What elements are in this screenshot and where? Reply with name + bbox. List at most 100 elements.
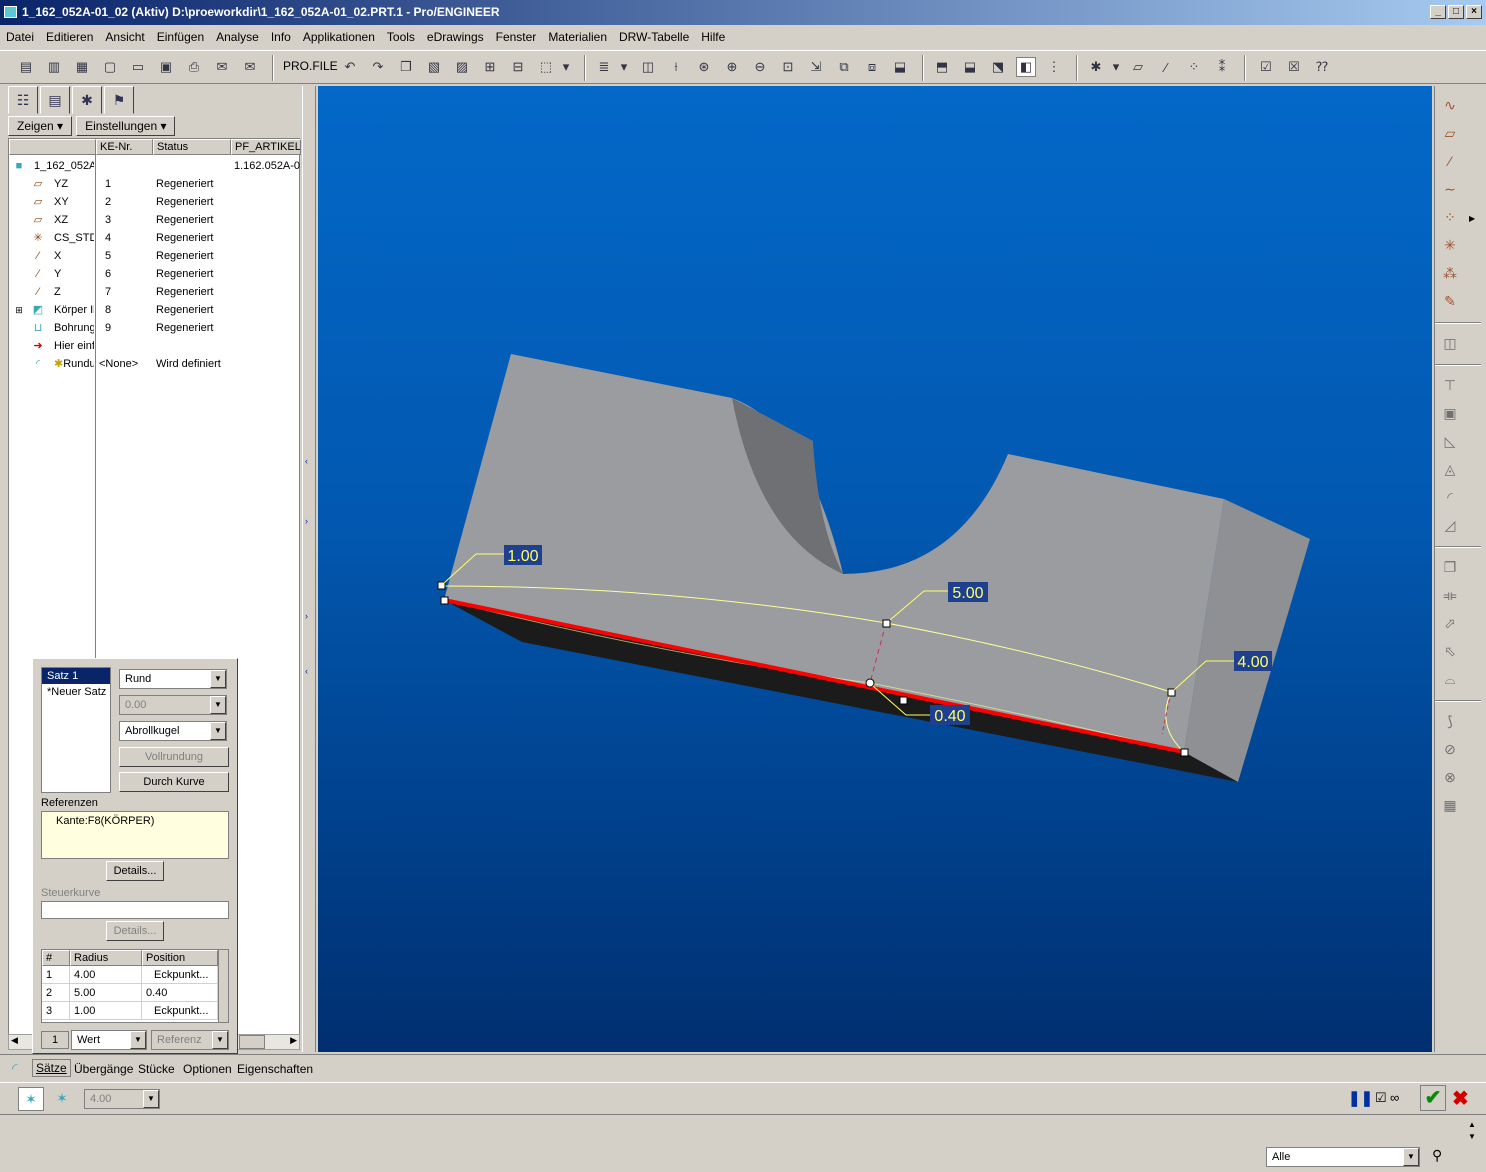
settings-dropdown-button[interactable]: Einstellungen ▾ <box>76 116 176 136</box>
menu-edrawings[interactable]: eDrawings <box>427 30 484 44</box>
glasses-icon[interactable]: ∞ <box>1390 1090 1399 1105</box>
reorient-icon[interactable]: ⇲ <box>806 57 826 77</box>
set-mode-icon[interactable]: ✶ <box>18 1087 44 1111</box>
menu-hilfe[interactable]: Hilfe <box>701 30 725 44</box>
send-mail-icon[interactable]: ✉ <box>212 57 232 77</box>
selection-filter-select[interactable]: Alle ▼ <box>1266 1147 1420 1167</box>
datum-axis-icon[interactable]: ⁄ <box>1439 150 1461 172</box>
chevron-down-icon[interactable]: ▾ <box>618 57 630 77</box>
menu-info[interactable]: Info <box>271 30 291 44</box>
driving-curve-input[interactable] <box>41 901 229 919</box>
csys-display-icon[interactable]: ⁑ <box>1212 57 1232 77</box>
table-cell[interactable]: 4.00 <box>70 966 142 984</box>
chamfer-icon[interactable]: ◿ <box>1439 514 1461 536</box>
tab-properties[interactable]: Eigenschaften <box>237 1062 313 1076</box>
document-icon[interactable]: ▢ <box>100 57 120 77</box>
radius-dimension[interactable]: 4.00 <box>1237 654 1268 671</box>
hidden-line-icon[interactable]: ⬓ <box>960 57 980 77</box>
datum-curve-icon[interactable]: ∼ <box>1439 178 1461 200</box>
chevron-down-icon[interactable]: ▾ <box>560 57 572 77</box>
col-name-header[interactable] <box>9 139 96 155</box>
paste-special-icon[interactable]: ▨ <box>452 57 472 77</box>
menu-materialien[interactable]: Materialien <box>548 30 607 44</box>
filter-icon[interactable]: ⚲ <box>1432 1147 1442 1164</box>
plane-display-icon[interactable]: ▱ <box>1128 57 1148 77</box>
radius-handle[interactable] <box>899 696 908 705</box>
model-display-icon[interactable]: ◫ <box>638 57 658 77</box>
rib-icon[interactable]: ◺ <box>1439 430 1461 452</box>
tree-row[interactable]: ⁄ X 5 Regeneriert <box>9 247 301 265</box>
tree-row[interactable]: ➜ Hier einf <box>9 337 301 355</box>
maximize-button[interactable]: □ <box>1448 5 1464 19</box>
radius-handle[interactable] <box>440 596 449 605</box>
tree-row[interactable]: ⊞ ◩ Körper Il 8 Regeneriert <box>9 301 301 319</box>
collapse-left-icon[interactable]: ‹ <box>305 456 308 466</box>
table-scrollbar[interactable] <box>218 950 228 1022</box>
save-file-icon[interactable]: ▦ <box>72 57 92 77</box>
profile-button[interactable]: PRO.FILE <box>283 59 338 73</box>
through-curve-button[interactable]: Durch Kurve <box>119 772 229 792</box>
table-cell[interactable]: 5.00 <box>70 984 142 1002</box>
chevron-down-icon[interactable]: ▾ <box>1110 57 1122 77</box>
trim-icon[interactable]: ⬁ <box>1439 640 1461 662</box>
collapse-left-icon[interactable]: ‹ <box>305 666 308 676</box>
position-handle[interactable] <box>865 678 875 688</box>
graphics-viewport[interactable]: 1.00 5.00 4.00 0.40 <box>318 86 1432 1052</box>
minimize-button[interactable]: _ <box>1430 5 1446 19</box>
datum-display-icon[interactable]: ✱ <box>1086 57 1106 77</box>
layers-icon[interactable]: ≣ <box>594 57 614 77</box>
menu-applikationen[interactable]: Applikationen <box>303 30 375 44</box>
solidify-icon[interactable]: ⊗ <box>1439 766 1461 788</box>
flyout-arrow-icon[interactable]: ▶ <box>1469 214 1475 223</box>
set-item[interactable]: Satz 1 <box>42 668 110 684</box>
references-box[interactable]: Kante:F8(KÖRPER) <box>41 811 229 859</box>
layer-tree-icon[interactable]: ⧈ <box>862 57 882 77</box>
radius-handle[interactable] <box>1167 688 1176 697</box>
sketch-icon[interactable]: ∿ <box>1439 94 1461 116</box>
hole-icon[interactable]: ⊤ <box>1439 374 1461 396</box>
show-dropdown-button[interactable]: Zeigen ▾ <box>8 116 73 136</box>
expand-right-icon[interactable]: › <box>305 516 308 526</box>
preview-checkbox-icon[interactable]: ☑ <box>1375 1090 1387 1106</box>
tree-row-root[interactable]: ■ 1_162_052A 1.162.052A-0 <box>9 157 301 175</box>
model-tree-icon[interactable]: ⊟ <box>508 57 528 77</box>
wireframe-icon[interactable]: ⬒ <box>932 57 952 77</box>
window-activate-icon[interactable]: ☑ <box>1256 57 1276 77</box>
col-pf-header[interactable]: PF_ARTIKEL <box>231 139 301 155</box>
pattern-icon[interactable]: ▦ <box>1439 794 1461 816</box>
model-tree-toggle-icon[interactable]: ⋮ <box>1044 57 1064 77</box>
method-select[interactable]: Abrollkugel ▼ <box>119 721 227 741</box>
shape-select[interactable]: Rund ▼ <box>119 669 227 689</box>
extend-icon[interactable]: ⌓ <box>1439 668 1461 690</box>
round-icon[interactable]: ◜ <box>1439 486 1461 508</box>
menu-einfuegen[interactable]: Einfügen <box>157 30 204 44</box>
tree-row[interactable]: ✳ CS_STD 4 Regeneriert <box>9 229 301 247</box>
message-scroll[interactable]: ▲ ▼ <box>1464 1119 1480 1145</box>
connections-tab[interactable]: ⚑ <box>104 86 134 114</box>
scroll-right-icon[interactable]: ▶ <box>290 1035 297 1046</box>
model-tree-tab[interactable]: ☷ <box>8 86 38 114</box>
col-nr-header[interactable]: KE-Nr. <box>96 139 153 155</box>
datum-plane-icon[interactable]: ▱ <box>1439 122 1461 144</box>
save-icon[interactable]: ▣ <box>156 57 176 77</box>
new-set-item[interactable]: *Neuer Satz <box>42 684 110 700</box>
window-close-icon[interactable]: ☒ <box>1284 57 1304 77</box>
menu-analyse[interactable]: Analyse <box>216 30 259 44</box>
copy-feature-icon[interactable]: ❐ <box>1439 556 1461 578</box>
menu-drw-tabelle[interactable]: DRW-Tabelle <box>619 30 689 44</box>
tree-row[interactable]: ◜ ✱Rundu <None> Wird definiert <box>9 355 301 373</box>
tree-row[interactable]: ⁄ Z 7 Regeneriert <box>9 283 301 301</box>
annotation-icon[interactable]: ✎ <box>1439 290 1461 312</box>
expand-icon[interactable]: ⊞ <box>12 304 26 316</box>
regenerate-icon[interactable]: ⊞ <box>480 57 500 77</box>
table-cell[interactable]: Eckpunkt... <box>142 966 218 984</box>
accept-check-icon[interactable]: ✔ <box>1420 1085 1446 1111</box>
radius-dimension[interactable]: 1.00 <box>507 548 538 565</box>
pause-icon[interactable]: ❚❚ <box>1348 1089 1373 1107</box>
tab-pieces[interactable]: Stücke <box>138 1062 175 1076</box>
menu-editieren[interactable]: Editieren <box>46 30 93 44</box>
tree-row[interactable]: ▱ YZ 1 Regeneriert <box>9 175 301 193</box>
part-model-3d[interactable]: 1.00 5.00 4.00 0.40 <box>318 86 1432 1052</box>
value-type-select[interactable]: Wert ▼ <box>71 1030 147 1050</box>
spin-center-icon[interactable]: ⊛ <box>694 57 714 77</box>
